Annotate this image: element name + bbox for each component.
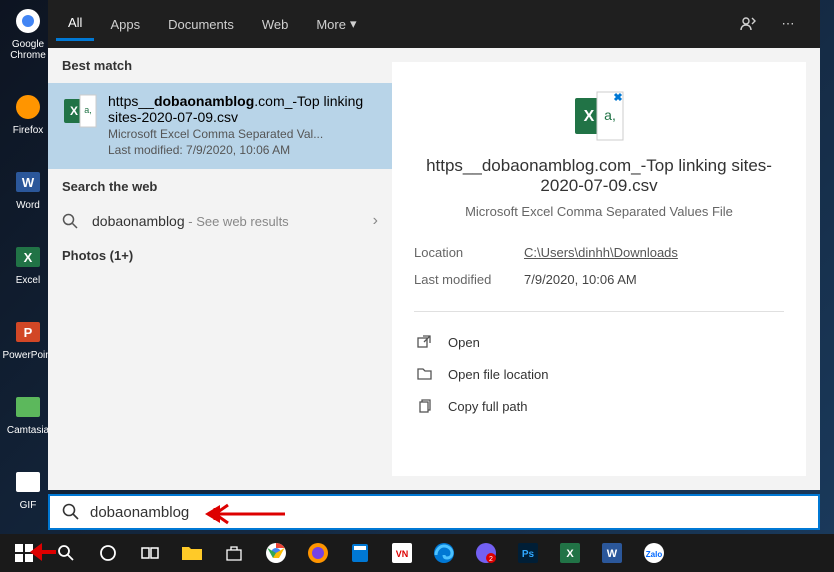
tab-apps[interactable]: Apps bbox=[98, 9, 152, 40]
copy-icon bbox=[416, 398, 434, 414]
chevron-right-icon: › bbox=[373, 212, 378, 230]
svg-text:W: W bbox=[607, 548, 618, 560]
label: Word bbox=[16, 200, 40, 211]
tab-all[interactable]: All bbox=[56, 7, 94, 41]
desktop-icon-powerpoint[interactable]: PPowerPoint bbox=[8, 316, 48, 361]
taskbar-store[interactable] bbox=[214, 535, 254, 571]
task-view-button[interactable] bbox=[130, 535, 170, 571]
taskbar-search-button[interactable] bbox=[46, 535, 86, 571]
tab-documents[interactable]: Documents bbox=[156, 9, 246, 40]
search-box[interactable] bbox=[48, 494, 820, 530]
web-query: dobaonamblog bbox=[92, 213, 185, 229]
web-suffix: - See web results bbox=[185, 214, 289, 229]
svg-text:X: X bbox=[24, 250, 33, 265]
excel-file-icon: Xa, bbox=[62, 93, 98, 129]
modified-label: Last modified bbox=[414, 272, 524, 287]
svg-text:W: W bbox=[22, 175, 35, 190]
search-panel: All Apps Documents Web More ▾ ⋯ Best mat… bbox=[48, 0, 820, 490]
section-search-web: Search the web bbox=[48, 169, 392, 204]
taskbar-edge[interactable] bbox=[424, 535, 464, 571]
search-icon bbox=[62, 213, 82, 229]
desktop-icon-word[interactable]: W Word bbox=[8, 166, 48, 211]
desktop-icon-gif[interactable]: GIF bbox=[8, 466, 48, 511]
search-input[interactable] bbox=[90, 504, 806, 521]
taskbar-chrome[interactable] bbox=[256, 535, 296, 571]
label: Excel bbox=[16, 275, 40, 286]
location-value[interactable]: C:\Users\dinhh\Downloads bbox=[524, 245, 678, 260]
label: Google Chrome bbox=[8, 39, 48, 61]
feedback-icon[interactable] bbox=[732, 8, 764, 40]
preview-subtitle: Microsoft Excel Comma Separated Values F… bbox=[414, 204, 784, 219]
action-copy-path[interactable]: Copy full path bbox=[414, 390, 784, 422]
svg-text:X: X bbox=[70, 104, 78, 118]
web-result[interactable]: dobaonamblog - See web results › bbox=[48, 204, 392, 238]
results-list: Best match Xa, https__dobaonamblog.com_-… bbox=[48, 48, 392, 490]
result-subtitle: Microsoft Excel Comma Separated Val... bbox=[108, 127, 378, 141]
result-modified: Last modified: 7/9/2020, 10:06 AM bbox=[108, 143, 378, 157]
tab-web[interactable]: Web bbox=[250, 9, 301, 40]
cortana-button[interactable] bbox=[88, 535, 128, 571]
search-icon bbox=[62, 503, 80, 521]
desktop-icon-firefox[interactable]: Firefox bbox=[8, 91, 48, 136]
svg-text:VN: VN bbox=[396, 549, 409, 559]
svg-text:X: X bbox=[584, 108, 595, 125]
label: GIF bbox=[20, 500, 37, 511]
desktop-icon-excel[interactable]: X Excel bbox=[8, 241, 48, 286]
result-title: https__dobaonamblog.com_-Top linking sit… bbox=[108, 93, 378, 125]
taskbar-excel[interactable]: X bbox=[550, 535, 590, 571]
svg-text:Ps: Ps bbox=[522, 549, 535, 560]
svg-text:2: 2 bbox=[489, 556, 493, 563]
svg-text:P: P bbox=[24, 325, 33, 340]
action-open[interactable]: Open bbox=[414, 326, 784, 358]
ellipsis-icon[interactable]: ⋯ bbox=[772, 8, 804, 40]
taskbar: VN 2 Ps X W Zalo bbox=[0, 534, 834, 572]
modified-value: 7/9/2020, 10:06 AM bbox=[524, 272, 637, 287]
preview-panel: Xa, https__dobaonamblog.com_-Top linking… bbox=[392, 62, 806, 476]
preview-file-icon: Xa, bbox=[571, 88, 627, 144]
taskbar-photoshop[interactable]: Ps bbox=[508, 535, 548, 571]
taskbar-explorer[interactable] bbox=[172, 535, 212, 571]
action-open-location[interactable]: Open file location bbox=[414, 358, 784, 390]
desktop-icon-chrome[interactable]: Google Chrome bbox=[8, 5, 48, 61]
chevron-down-icon: ▾ bbox=[350, 16, 357, 32]
open-icon bbox=[416, 334, 434, 350]
taskbar-unikey[interactable]: VN bbox=[382, 535, 422, 571]
label: Camtasia bbox=[7, 425, 49, 436]
search-tabs: All Apps Documents Web More ▾ ⋯ bbox=[48, 0, 820, 48]
preview-title: https__dobaonamblog.com_-Top linking sit… bbox=[414, 156, 784, 196]
taskbar-viber[interactable]: 2 bbox=[466, 535, 506, 571]
label: PowerPoint bbox=[2, 350, 53, 361]
svg-text:X: X bbox=[566, 548, 574, 560]
label: Firefox bbox=[13, 125, 44, 136]
folder-icon bbox=[416, 366, 434, 382]
svg-text:a,: a, bbox=[604, 107, 616, 123]
svg-text:Zalo: Zalo bbox=[646, 550, 663, 559]
taskbar-word[interactable]: W bbox=[592, 535, 632, 571]
desktop-icon-camtasia[interactable]: Camtasia bbox=[8, 391, 48, 436]
taskbar-firefox[interactable] bbox=[298, 535, 338, 571]
taskbar-calculator[interactable] bbox=[340, 535, 380, 571]
best-match-result[interactable]: Xa, https__dobaonamblog.com_-Top linking… bbox=[48, 83, 392, 169]
start-button[interactable] bbox=[4, 535, 44, 571]
tab-more[interactable]: More ▾ bbox=[304, 8, 368, 40]
taskbar-zalo[interactable]: Zalo bbox=[634, 535, 674, 571]
location-label: Location bbox=[414, 245, 524, 260]
section-photos: Photos (1+) bbox=[48, 238, 392, 273]
section-best-match: Best match bbox=[48, 48, 392, 83]
svg-text:a,: a, bbox=[84, 105, 92, 115]
